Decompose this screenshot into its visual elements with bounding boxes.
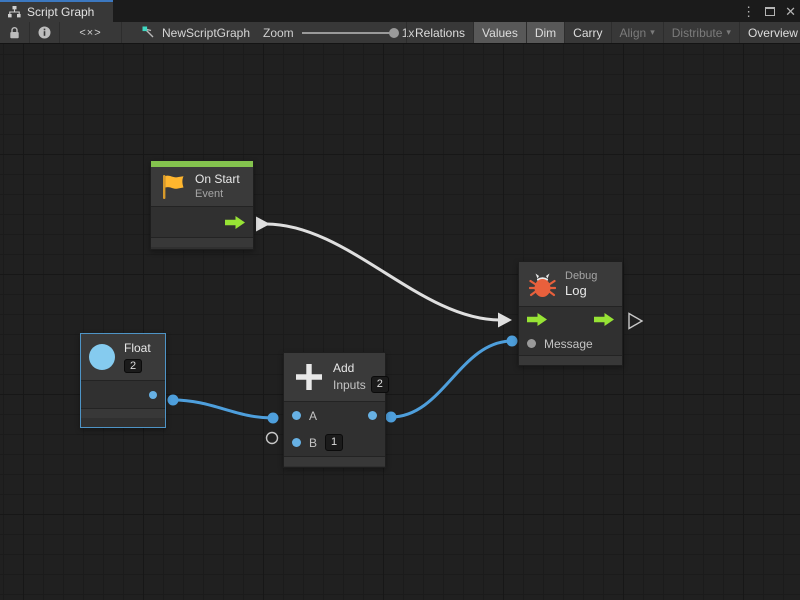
info-button[interactable] bbox=[30, 22, 60, 43]
wire-endpoint-add-input-a[interactable] bbox=[268, 413, 279, 424]
flow-wire-end-arrowhead bbox=[498, 313, 512, 328]
port-b-label: B bbox=[309, 436, 317, 450]
carry-button[interactable]: Carry bbox=[564, 22, 610, 43]
input-port-a[interactable] bbox=[292, 411, 301, 420]
message-input-port[interactable] bbox=[527, 339, 536, 348]
bug-icon bbox=[529, 271, 556, 298]
graph-toolbar: <×> NewScriptGraph Zoom 1x Relations Val… bbox=[0, 22, 800, 44]
value-wire-float-to-add[interactable] bbox=[173, 400, 273, 418]
zoom-control: Zoom 1x bbox=[263, 22, 414, 43]
message-port-label: Message bbox=[544, 337, 593, 351]
hierarchy-icon bbox=[8, 6, 21, 18]
zoom-slider-handle[interactable] bbox=[389, 28, 399, 38]
info-icon bbox=[38, 26, 51, 39]
node-title: Log bbox=[565, 283, 597, 299]
node-subtitle: Event bbox=[195, 187, 240, 201]
wire-endpoint-float-output[interactable] bbox=[168, 395, 179, 406]
values-button[interactable]: Values bbox=[473, 22, 526, 43]
graph-pointer-icon bbox=[142, 26, 156, 39]
inputs-label: Inputs bbox=[333, 378, 366, 392]
node-footer bbox=[151, 238, 253, 247]
float-type-icon bbox=[89, 344, 115, 370]
zoom-slider[interactable] bbox=[302, 32, 394, 34]
flow-wire-onstart-to-log[interactable] bbox=[266, 224, 500, 320]
tab-script-graph[interactable]: Script Graph bbox=[0, 0, 113, 22]
node-category: Debug bbox=[565, 269, 597, 283]
overview-button[interactable]: Overview bbox=[739, 22, 800, 43]
wire-layer bbox=[0, 44, 800, 600]
float-value-input[interactable]: 2 bbox=[124, 359, 142, 373]
node-debug-log[interactable]: Debug Log Message bbox=[518, 261, 623, 366]
code-icon: <×> bbox=[79, 27, 101, 39]
graph-breadcrumb[interactable]: NewScriptGraph bbox=[142, 22, 250, 43]
relations-button[interactable]: Relations bbox=[406, 22, 473, 43]
node-add[interactable]: Add Inputs 2 A B 1 bbox=[283, 352, 386, 468]
node-title: Float bbox=[124, 341, 151, 356]
node-title: Add bbox=[333, 361, 389, 376]
unconnected-port-add-b[interactable] bbox=[267, 433, 278, 444]
input-port-b[interactable] bbox=[292, 438, 301, 447]
lock-button[interactable] bbox=[0, 22, 30, 43]
zoom-label: Zoom bbox=[263, 26, 294, 40]
code-view-button[interactable]: <×> bbox=[60, 22, 122, 43]
dim-button[interactable]: Dim bbox=[526, 22, 564, 43]
close-icon[interactable]: ✕ bbox=[785, 5, 796, 18]
flag-icon bbox=[161, 174, 186, 200]
title-bar: Script Graph ⋮ ✕ bbox=[0, 0, 800, 22]
lock-icon bbox=[9, 27, 20, 39]
value-wire-add-to-log[interactable] bbox=[391, 341, 512, 417]
node-title: On Start bbox=[195, 172, 240, 187]
node-footer bbox=[284, 457, 385, 466]
port-a-label: A bbox=[309, 409, 317, 423]
unconnected-flow-output-log[interactable] bbox=[629, 314, 642, 329]
flow-output-port[interactable] bbox=[594, 313, 614, 326]
plus-icon bbox=[294, 362, 324, 392]
graph-name-label: NewScriptGraph bbox=[162, 26, 250, 40]
node-footer bbox=[519, 356, 622, 365]
inputs-count-input[interactable]: 2 bbox=[371, 376, 389, 393]
node-float[interactable]: Float 2 bbox=[80, 333, 166, 428]
maximize-icon[interactable] bbox=[765, 7, 775, 16]
node-on-start[interactable]: On Start Event bbox=[150, 160, 254, 250]
flow-input-port[interactable] bbox=[527, 313, 547, 326]
port-b-value-input[interactable]: 1 bbox=[325, 434, 343, 451]
chevron-down-icon: ▾ bbox=[650, 28, 655, 37]
node-footer bbox=[81, 409, 165, 418]
tab-label: Script Graph bbox=[27, 5, 94, 19]
add-output-port[interactable] bbox=[368, 411, 377, 420]
float-output-port[interactable] bbox=[149, 391, 157, 399]
wire-endpoint-add-output[interactable] bbox=[386, 412, 397, 423]
chevron-down-icon: ▾ bbox=[726, 28, 731, 37]
menu-icon[interactable]: ⋮ bbox=[742, 5, 755, 18]
align-dropdown[interactable]: Align ▾ bbox=[611, 22, 663, 43]
wire-endpoint-message-input[interactable] bbox=[507, 336, 518, 347]
flow-output-port[interactable] bbox=[225, 216, 245, 229]
flow-wire-start-arrowhead bbox=[256, 217, 270, 232]
distribute-dropdown[interactable]: Distribute ▾ bbox=[663, 22, 739, 43]
graph-canvas[interactable]: On Start Event bbox=[0, 44, 800, 600]
